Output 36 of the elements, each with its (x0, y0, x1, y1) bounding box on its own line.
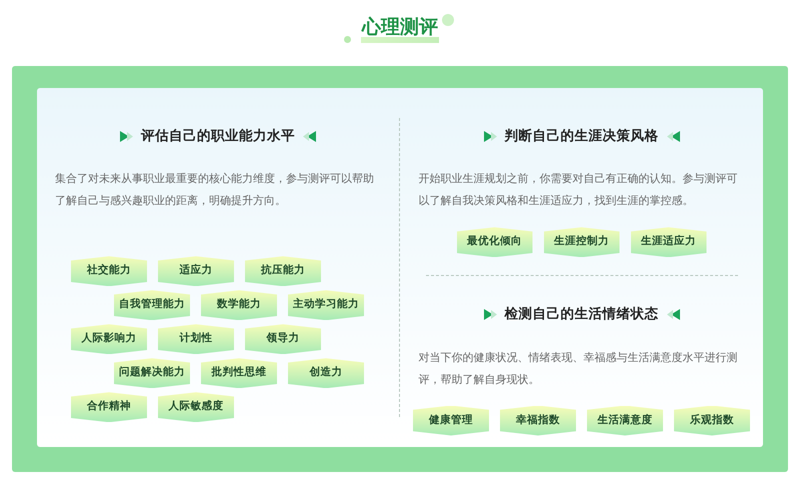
assessment-tag[interactable]: 生涯控制力 (544, 227, 620, 258)
assessment-tag[interactable]: 健康管理 (413, 406, 489, 436)
assessment-tag[interactable]: 问题解决能力 (114, 358, 190, 388)
assessment-tag[interactable]: 适应力 (158, 256, 234, 286)
assessment-tag[interactable]: 人际影响力 (71, 324, 147, 354)
bubble-icon (442, 14, 454, 26)
triangle-icon (303, 130, 316, 142)
triangle-icon (120, 130, 133, 142)
assessment-tag[interactable]: 主动学习能力 (288, 290, 364, 320)
assessment-tag[interactable]: 幸福指数 (500, 406, 576, 436)
assessment-tag[interactable]: 计划性 (158, 324, 234, 354)
assessment-tag[interactable]: 创造力 (288, 358, 364, 388)
assessment-tag[interactable]: 人际敏感度 (158, 392, 234, 422)
section-description: 集合了对未来从事职业最重要的核心能力维度，参与测评可以帮助了解自己与感兴趣职业的距离，明确提升方向。 (55, 172, 375, 210)
assessment-tag[interactable]: 生涯适应力 (630, 227, 706, 258)
triangle-icon (666, 130, 680, 142)
triangle-icon (484, 308, 496, 320)
assessment-tag[interactable]: 乐观指数 (674, 406, 750, 436)
section-heading: 判断自己的生涯决策风格 (504, 127, 658, 145)
assessment-tag[interactable]: 数学能力 (201, 290, 277, 320)
assessment-tag[interactable]: 抗压能力 (245, 256, 321, 286)
assessment-tag[interactable]: 生活满意度 (587, 406, 663, 436)
bubble-icon (344, 36, 351, 43)
section-description: 对当下你的健康状况、情绪表现、幸福感与生活满意度水平进行测评，帮助了解自身现状。 (418, 350, 738, 388)
triangle-icon (666, 308, 680, 320)
assessment-tag[interactable]: 自我管理能力 (114, 290, 190, 320)
section-heading: 检测自己的生活情绪状态 (504, 305, 658, 324)
assessment-tag[interactable]: 社交能力 (71, 256, 147, 286)
assessment-tag[interactable]: 最优化倾向 (456, 227, 532, 258)
triangle-icon (484, 130, 496, 142)
assessment-tag[interactable]: 领导力 (245, 324, 321, 354)
page-title: 心理测评 (360, 16, 439, 40)
section-description: 开始职业生涯规划之前，你需要对自己有正确的认知。参与测评可以了解自我决策风格和生涯适应力，找到生涯的掌控感。 (418, 172, 738, 210)
section-heading: 评估自己的职业能力水平 (141, 127, 295, 145)
assessment-tag[interactable]: 合作精神 (71, 392, 147, 422)
assessment-tag[interactable]: 批判性思维 (201, 358, 277, 388)
